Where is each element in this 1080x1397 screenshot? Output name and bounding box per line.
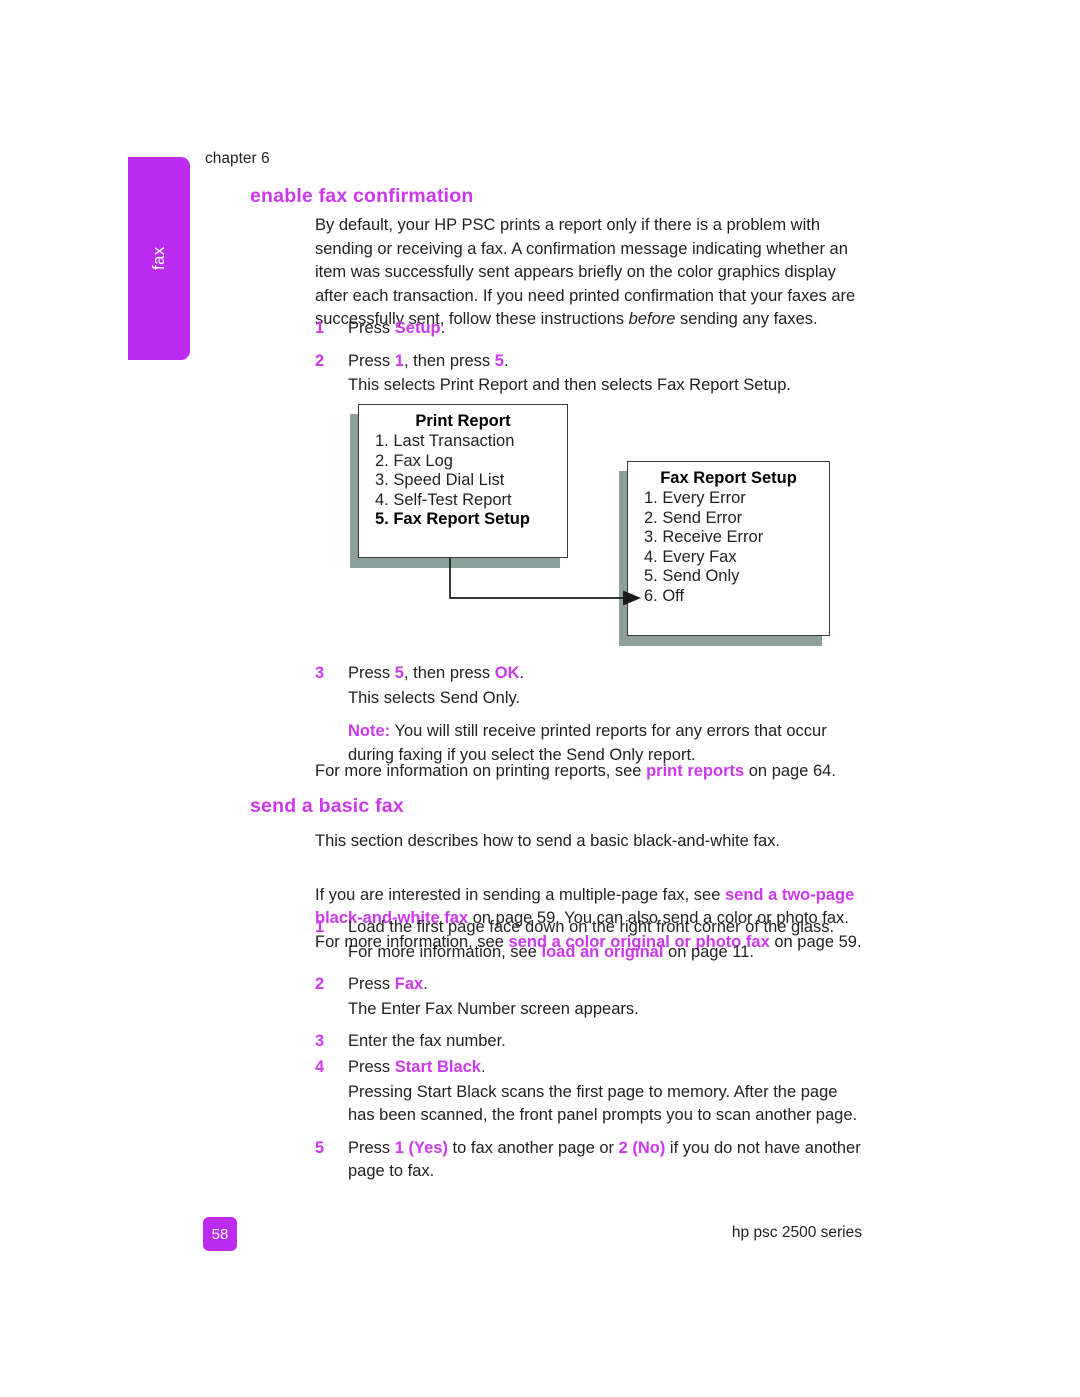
step-text-post: . [423, 975, 428, 994]
step-1-subtext: For more information, see load an origin… [348, 941, 867, 965]
step-text-mid: , then press [403, 351, 495, 370]
step-number: 3 [315, 1032, 325, 1051]
step-3: 3 Press 5, then press OK. This selects S… [315, 662, 867, 767]
key-5: 5 [494, 351, 504, 370]
step-2: 2 Press Fax. The Enter Fax Number screen… [315, 973, 867, 1021]
step-1: 1 Press Setup. [315, 317, 867, 341]
list-item: 3. Speed Dial List [375, 471, 505, 490]
step-number: 2 [315, 975, 325, 994]
print-report-box-list: 1. Last Transaction 2. Fax Log 3. Speed … [359, 432, 567, 530]
step-text-pre: Press [348, 975, 395, 994]
key-ok: OK [494, 664, 520, 682]
sub-pre: For more information, see [348, 942, 542, 961]
sub-post: on page 11. [663, 942, 754, 961]
step-number: 4 [315, 1057, 325, 1076]
link-load-an-original[interactable]: load an original [542, 943, 664, 961]
step-4-subtext: Pressing Start Black scans the first pag… [348, 1082, 858, 1125]
key-5: 5 [394, 664, 404, 682]
chapter-label: chapter 6 [205, 150, 270, 167]
step-text-mid: to fax another page or [447, 1138, 619, 1157]
step-3: 3 Enter the fax number. [315, 1030, 867, 1054]
step-text-post: . [519, 664, 525, 682]
side-tab-fax: fax [128, 157, 190, 360]
fax-report-setup-menu-box: Fax Report Setup 1. Every Error 2. Send … [627, 461, 830, 636]
step-number: 1 [315, 918, 325, 936]
step-text-pre: Press [348, 351, 395, 370]
list-item: 5. Send Only [644, 567, 740, 586]
steps-enable-first: 1 Press Setup. 2 Press 1, then press 5. … [315, 317, 867, 400]
list-item: 6. Off [644, 586, 685, 605]
step-text-pre: Press [348, 1138, 395, 1157]
page-title-send-a-basic-fax: send a basic fax [250, 795, 404, 817]
page-canvas: fax chapter 6 enable fax confirmation By… [0, 0, 1080, 1397]
step-text-post: . [480, 1057, 486, 1076]
step-1: 1 Load the first page face down on the r… [315, 916, 867, 964]
step-2-subtext: The Enter Fax Number screen appears. [348, 999, 639, 1018]
list-item: 2. Fax Log [375, 451, 453, 470]
steps-send-basic-fax: 1 Load the first page face down on the r… [315, 916, 867, 1186]
step-number: 1 [315, 319, 325, 337]
step-3-subtext: This selects Send Only. [348, 688, 521, 707]
list-item: 4. Every Fax [644, 547, 737, 566]
step-text-mid: , then press [403, 664, 495, 682]
side-tab-label: fax [149, 246, 168, 271]
fax-report-setup-box-list: 1. Every Error 2. Send Error 3. Receive … [628, 489, 829, 607]
print-report-box-title: Print Report [415, 412, 511, 430]
list-item: 3. Receive Error [644, 528, 764, 547]
step-text-pre: Press [348, 664, 395, 682]
list-item: 1. Every Error [644, 489, 746, 507]
page-number-badge: 58 [203, 1217, 237, 1251]
step-text-pre: Press [348, 1057, 395, 1076]
link-print-reports[interactable]: print reports [646, 762, 744, 780]
step-5: 5 Press 1 (Yes) to fax another page or 2… [315, 1137, 867, 1184]
step-text-pre: Press [348, 319, 395, 337]
step-text: Load the first page face down on the rig… [348, 918, 835, 936]
list-item: 1. Last Transaction [375, 432, 515, 450]
key-setup: Setup [394, 319, 441, 337]
step-number: 3 [315, 664, 325, 682]
note-label: Note: [348, 722, 391, 741]
step-text: Enter the fax number. [348, 1032, 506, 1051]
key-fax: Fax [394, 975, 424, 994]
list-item: 2. Send Error [644, 508, 743, 527]
list-item-highlighted: 5. Fax Report Setup [375, 510, 530, 529]
step-text-post: . [503, 351, 509, 370]
menu-flow-diagram: Print Report 1. Last Transaction 2. Fax … [340, 390, 860, 660]
list-item: 4. Self-Test Report [375, 490, 512, 509]
note-text: You will still receive printed reports f… [348, 722, 827, 764]
key-start-black: Start Black [394, 1057, 481, 1076]
step-4: 4 Press Start Black. Pressing Start Blac… [315, 1056, 867, 1128]
step-number: 5 [315, 1138, 325, 1157]
more-info-pre: For more information on printing reports… [315, 762, 647, 780]
page-title-enable-fax-confirmation: enable fax confirmation [250, 185, 474, 207]
send-para2-pre: If you are interested in sending a multi… [315, 885, 725, 904]
key-2-no: 2 (No) [618, 1138, 666, 1157]
fax-report-setup-box-title: Fax Report Setup [660, 469, 797, 487]
more-info-post: on page 64. [744, 762, 836, 780]
key-1-yes: 1 (Yes) [394, 1138, 448, 1157]
print-report-menu-box: Print Report 1. Last Transaction 2. Fax … [358, 404, 568, 558]
footer-product-name: hp psc 2500 series [731, 1224, 862, 1241]
steps-enable-second: 3 Press 5, then press OK. This selects S… [315, 662, 867, 769]
more-info-paragraph: For more information on printing reports… [315, 760, 867, 784]
step-number: 2 [315, 351, 325, 370]
step-text-post: . [440, 319, 446, 337]
key-1: 1 [394, 351, 404, 370]
